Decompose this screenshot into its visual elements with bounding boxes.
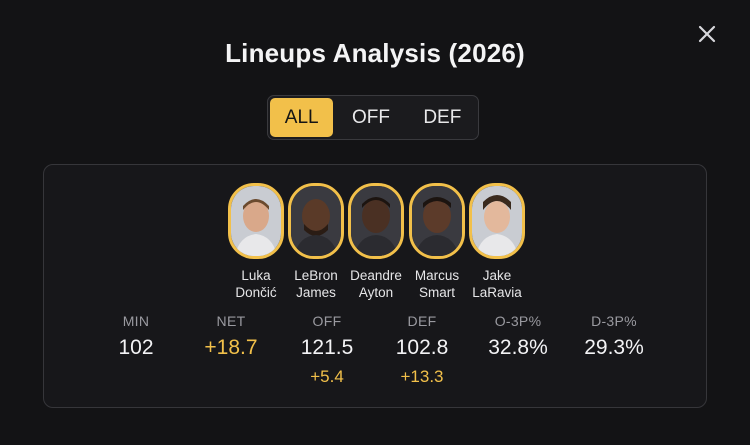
stat-label: O-3P% — [494, 313, 542, 329]
stat-value: +18.7 — [204, 336, 258, 359]
filter-all-tab[interactable]: ALL — [270, 98, 334, 137]
stat-delta: +13.3 — [400, 367, 444, 386]
filter-def-tab[interactable]: DEF — [409, 98, 476, 137]
stat-delta: +5.4 — [310, 367, 344, 386]
stat-value: 102.8 — [395, 336, 449, 359]
modal-title: Lineups Analysis (2026) — [225, 38, 525, 68]
filter-off-tab[interactable]: OFF — [333, 98, 408, 137]
player-lebron-james[interactable]: LeBron James — [284, 183, 348, 301]
stat-net: NET +18.7 — [181, 313, 281, 360]
player-avatar — [469, 183, 525, 259]
player-avatar — [409, 183, 465, 259]
player-last-name: Ayton — [358, 285, 394, 300]
player-last-name: James — [296, 285, 336, 300]
stat-off: OFF 121.5 +5.4 — [277, 313, 377, 387]
player-avatar — [288, 183, 344, 259]
player-first-name: Marcus — [414, 268, 460, 283]
stat-label: NET — [216, 313, 246, 329]
stat-label: OFF — [312, 313, 342, 329]
player-marcus-smart[interactable]: Marcus Smart — [405, 183, 469, 301]
stat-value: 102 — [118, 336, 154, 359]
stat-def: DEF 102.8 +13.3 — [372, 313, 472, 387]
close-button[interactable] — [695, 22, 719, 46]
lineups-modal: Lineups Analysis (2026) ALL OFF DEF Luka… — [0, 0, 750, 445]
player-first-name: LeBron — [294, 268, 338, 283]
stat-d-3p-pct: D-3P% 29.3% — [564, 313, 664, 360]
player-last-name: Dončić — [235, 285, 277, 300]
close-icon — [695, 22, 719, 46]
stat-label: DEF — [407, 313, 437, 329]
stat-label: D-3P% — [591, 313, 637, 329]
stat-o-3p-pct: O-3P% 32.8% — [468, 313, 568, 360]
player-jake-laravia[interactable]: Jake LaRavia — [465, 183, 529, 301]
player-luka-doncic[interactable]: Luka Dončić — [224, 183, 288, 301]
player-first-name: Jake — [482, 268, 512, 283]
lineup-card: Luka Dončić LeBron James Deandre Ayton M… — [43, 164, 707, 408]
stat-value: 32.8% — [488, 336, 548, 359]
stat-value: 121.5 — [300, 336, 354, 359]
lineup-players: Luka Dončić LeBron James Deandre Ayton M… — [224, 183, 529, 303]
stat-min: MIN 102 — [86, 313, 186, 360]
view-filter: ALL OFF DEF — [267, 95, 479, 140]
stat-value: 29.3% — [584, 336, 644, 359]
player-first-name: Luka — [241, 268, 271, 283]
player-avatar — [348, 183, 404, 259]
player-last-name: Smart — [418, 285, 455, 300]
stat-label: MIN — [122, 313, 150, 329]
player-last-name: LaRavia — [472, 285, 522, 300]
player-deandre-ayton[interactable]: Deandre Ayton — [344, 183, 408, 301]
player-avatar — [228, 183, 284, 259]
player-first-name: Deandre — [350, 268, 402, 283]
